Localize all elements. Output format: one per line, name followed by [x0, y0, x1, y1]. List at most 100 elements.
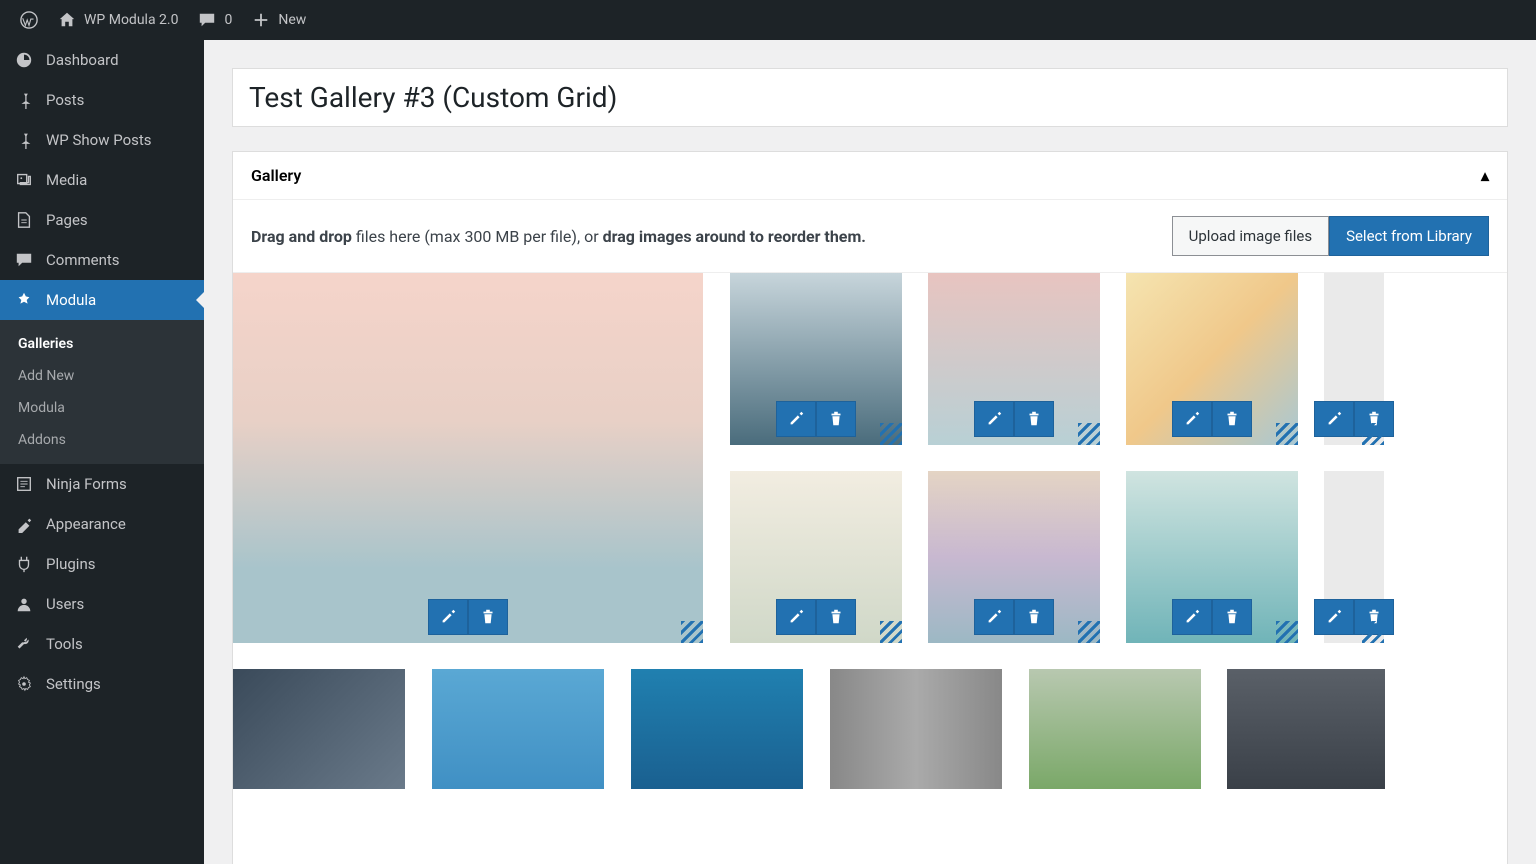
- gallery-grid[interactable]: [233, 273, 1507, 864]
- admin-sidebar: Dashboard Posts WP Show Posts Media Pages Com…: [0, 40, 204, 864]
- gallery-image[interactable]: [730, 471, 902, 643]
- gallery-image[interactable]: [1324, 471, 1384, 643]
- sidebar-item-label: Pages: [46, 211, 88, 229]
- gallery-panel: Gallery ▴ Drag and drop files here (max …: [232, 151, 1508, 864]
- edit-image-button[interactable]: [1314, 401, 1354, 437]
- gallery-image[interactable]: [928, 273, 1100, 445]
- resize-handle[interactable]: [880, 621, 902, 643]
- site-home[interactable]: WP Modula 2.0: [48, 11, 188, 29]
- panel-header[interactable]: Gallery ▴: [233, 152, 1507, 200]
- resize-handle[interactable]: [1362, 423, 1384, 445]
- user-icon: [14, 594, 34, 614]
- sidebar-item-label: Settings: [46, 675, 101, 693]
- delete-image-button[interactable]: [1212, 401, 1252, 437]
- sidebar-item-plugins[interactable]: Plugins: [0, 544, 204, 584]
- sidebar-item-media[interactable]: Media: [0, 160, 204, 200]
- resize-handle[interactable]: [681, 621, 703, 643]
- new-content[interactable]: New: [242, 11, 316, 29]
- edit-image-button[interactable]: [1172, 599, 1212, 635]
- delete-image-button[interactable]: [816, 401, 856, 437]
- pin-icon: [14, 130, 34, 150]
- new-label: New: [278, 12, 306, 28]
- resize-handle[interactable]: [1276, 423, 1298, 445]
- sidebar-item-comments[interactable]: Comments: [0, 240, 204, 280]
- sidebar-item-label: Plugins: [46, 555, 95, 573]
- wp-logo[interactable]: [10, 11, 48, 29]
- delete-image-button[interactable]: [816, 599, 856, 635]
- form-icon: [14, 474, 34, 494]
- sidebar-item-appearance[interactable]: Appearance: [0, 504, 204, 544]
- modula-icon: [14, 290, 34, 310]
- gallery-image[interactable]: [1126, 471, 1298, 643]
- resize-handle[interactable]: [1078, 423, 1100, 445]
- gallery-image[interactable]: [830, 669, 1002, 789]
- gallery-image[interactable]: [1126, 273, 1298, 445]
- resize-handle[interactable]: [1276, 621, 1298, 643]
- dashboard-icon: [14, 50, 34, 70]
- gallery-image[interactable]: [233, 273, 703, 643]
- media-icon: [14, 170, 34, 190]
- site-title: WP Modula 2.0: [84, 12, 178, 28]
- delete-image-button[interactable]: [468, 599, 508, 635]
- sidebar-item-pages[interactable]: Pages: [0, 200, 204, 240]
- upload-hint: Drag and drop files here (max 300 MB per…: [251, 227, 866, 246]
- pin-icon: [14, 90, 34, 110]
- post-title-input[interactable]: [232, 68, 1508, 127]
- upload-row: Drag and drop files here (max 300 MB per…: [233, 200, 1507, 273]
- edit-image-button[interactable]: [776, 401, 816, 437]
- sidebar-item-label: WP Show Posts: [46, 131, 152, 149]
- main-content: Gallery ▴ Drag and drop files here (max …: [204, 40, 1536, 864]
- page-icon: [14, 210, 34, 230]
- sidebar-item-label: Dashboard: [46, 51, 119, 69]
- delete-image-button[interactable]: [1212, 599, 1252, 635]
- edit-image-button[interactable]: [776, 599, 816, 635]
- delete-image-button[interactable]: [1014, 401, 1054, 437]
- sidebar-item-label: Media: [46, 171, 87, 189]
- gallery-image[interactable]: [631, 669, 803, 789]
- gallery-image[interactable]: [233, 669, 405, 789]
- panel-title: Gallery: [251, 166, 301, 185]
- gallery-image[interactable]: [432, 669, 604, 789]
- edit-image-button[interactable]: [974, 401, 1014, 437]
- submenu-item-addons[interactable]: Addons: [0, 424, 204, 456]
- comments-bubble[interactable]: 0: [188, 11, 242, 29]
- collapse-icon: ▴: [1481, 166, 1489, 185]
- sidebar-item-posts[interactable]: Posts: [0, 80, 204, 120]
- gallery-image[interactable]: [1029, 669, 1201, 789]
- sidebar-item-modula[interactable]: Modula: [0, 280, 204, 320]
- edit-image-button[interactable]: [974, 599, 1014, 635]
- tools-icon: [14, 634, 34, 654]
- appearance-icon: [14, 514, 34, 534]
- sidebar-item-ninja-forms[interactable]: Ninja Forms: [0, 464, 204, 504]
- comments-count: 0: [224, 12, 232, 28]
- resize-handle[interactable]: [1362, 621, 1384, 643]
- sidebar-item-dashboard[interactable]: Dashboard: [0, 40, 204, 80]
- plugin-icon: [14, 554, 34, 574]
- select-from-library-button[interactable]: Select from Library: [1329, 216, 1489, 256]
- sidebar-item-label: Modula: [46, 291, 96, 309]
- gallery-image[interactable]: [1227, 669, 1385, 789]
- resize-handle[interactable]: [880, 423, 902, 445]
- gallery-image[interactable]: [928, 471, 1100, 643]
- sidebar-item-label: Comments: [46, 251, 120, 269]
- gallery-image[interactable]: [730, 273, 902, 445]
- sidebar-item-wp-show-posts[interactable]: WP Show Posts: [0, 120, 204, 160]
- upload-files-button[interactable]: Upload image files: [1172, 216, 1329, 256]
- sidebar-item-label: Users: [46, 595, 84, 613]
- edit-image-button[interactable]: [1314, 599, 1354, 635]
- sidebar-item-label: Appearance: [46, 515, 126, 533]
- settings-icon: [14, 674, 34, 694]
- delete-image-button[interactable]: [1014, 599, 1054, 635]
- sidebar-item-users[interactable]: Users: [0, 584, 204, 624]
- gallery-image[interactable]: [1324, 273, 1384, 445]
- submenu-item-add-new[interactable]: Add New: [0, 360, 204, 392]
- sidebar-item-settings[interactable]: Settings: [0, 664, 204, 704]
- sidebar-item-tools[interactable]: Tools: [0, 624, 204, 664]
- edit-image-button[interactable]: [428, 599, 468, 635]
- submenu-item-galleries[interactable]: Galleries: [0, 328, 204, 360]
- resize-handle[interactable]: [1078, 621, 1100, 643]
- admin-toolbar: WP Modula 2.0 0 New: [0, 0, 1536, 40]
- edit-image-button[interactable]: [1172, 401, 1212, 437]
- submenu-item-modula-sub[interactable]: Modula: [0, 392, 204, 424]
- sidebar-item-label: Ninja Forms: [46, 475, 127, 493]
